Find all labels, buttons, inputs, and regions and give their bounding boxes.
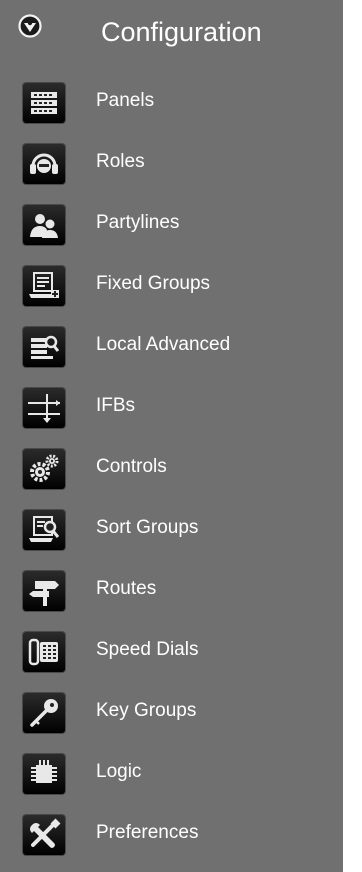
nav-item-label: Routes <box>96 578 157 599</box>
signpost-icon <box>23 571 65 611</box>
nav-item-speed-dials[interactable]: Speed Dials <box>0 619 343 680</box>
nav-item-label: Sort Groups <box>96 517 199 538</box>
local-advanced-icon <box>23 327 65 367</box>
panel-title: Configuration <box>101 17 262 47</box>
headset-icon <box>23 144 65 184</box>
nav-item-routes[interactable]: Routes <box>0 558 343 619</box>
nav-item-local-advanced[interactable]: Local Advanced <box>0 314 343 375</box>
nav-item-preferences[interactable]: Preferences <box>0 802 343 863</box>
nav-item-label: Key Groups <box>96 700 197 721</box>
nav-item-sort-groups[interactable]: Sort Groups <box>0 497 343 558</box>
nav-item-roles[interactable]: Roles <box>0 131 343 192</box>
nav-item-label: Preferences <box>96 822 199 843</box>
configuration-badge-icon[interactable] <box>18 14 42 38</box>
nav-item-label: Logic <box>96 761 142 782</box>
nav-item-panels[interactable]: Panels <box>0 70 343 131</box>
nav-item-label: Local Advanced <box>96 334 231 355</box>
nav-item-controls[interactable]: Controls <box>0 436 343 497</box>
nav-item-fixed-groups[interactable]: Fixed Groups <box>0 253 343 314</box>
fixed-groups-icon <box>23 266 65 306</box>
key-icon <box>23 693 65 733</box>
nav-item-ifbs[interactable]: IFBs <box>0 375 343 436</box>
chip-icon <box>23 754 65 794</box>
nav-item-partylines[interactable]: Partylines <box>0 192 343 253</box>
ifb-icon <box>23 388 65 428</box>
phone-icon <box>23 632 65 672</box>
sort-groups-icon <box>23 510 65 550</box>
gears-icon <box>23 449 65 489</box>
nav-item-logic[interactable]: Logic <box>0 741 343 802</box>
people-icon <box>23 205 65 245</box>
configuration-nav: Panels Roles Partylines Fixed Groups Loc… <box>0 70 343 863</box>
configuration-panel: Configuration Panels Roles Partylines Fi… <box>0 0 343 872</box>
tools-icon <box>23 815 65 855</box>
nav-item-label: Controls <box>96 456 167 477</box>
nav-item-label: IFBs <box>96 395 136 416</box>
nav-item-label: Roles <box>96 151 145 172</box>
nav-item-key-groups[interactable]: Key Groups <box>0 680 343 741</box>
nav-item-label: Panels <box>96 90 155 111</box>
nav-item-label: Speed Dials <box>96 639 199 660</box>
panel-header: Configuration <box>0 0 343 64</box>
nav-item-label: Partylines <box>96 212 180 233</box>
panels-icon <box>23 83 65 123</box>
nav-item-label: Fixed Groups <box>96 273 211 294</box>
